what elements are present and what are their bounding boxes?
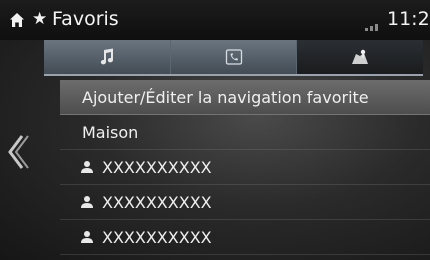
list-item[interactable]: XXXXXXXXXX [60, 220, 430, 255]
tab-music[interactable] [44, 40, 171, 74]
chevron-left-icon [8, 135, 29, 169]
page-title: Favoris [52, 8, 119, 30]
clock: 11:29 [387, 8, 430, 30]
list-item[interactable]: XXXXXXXXXX [60, 150, 430, 185]
music-note-icon [100, 48, 113, 65]
favorite-label: XXXXXXXXXX [102, 192, 212, 212]
person-icon [81, 231, 93, 243]
home-item[interactable]: Maison [60, 115, 430, 150]
back-button[interactable] [2, 130, 38, 180]
add-edit-favorite-item[interactable]: Ajouter/Éditer la navigation favorite [60, 80, 430, 115]
star-icon: ★ [32, 9, 48, 29]
status-bar: ★ Favoris 11:29 [0, 0, 430, 40]
tab-bar [44, 40, 424, 76]
person-icon [81, 196, 93, 208]
favorite-label: XXXXXXXXXX [102, 157, 212, 177]
screen: ★ Favoris 11:29 [0, 0, 430, 260]
person-icon [81, 161, 93, 173]
navigation-icon [352, 49, 369, 64]
add-edit-favorite-label: Ajouter/Éditer la navigation favorite [82, 87, 369, 107]
tab-phone[interactable] [170, 40, 298, 74]
favorites-list: Ajouter/Éditer la navigation favorite Ma… [60, 80, 430, 255]
home-icon[interactable] [9, 12, 25, 28]
favorite-label: XXXXXXXXXX [102, 227, 212, 247]
phone-icon [225, 49, 242, 65]
list-item[interactable]: XXXXXXXXXX [60, 185, 430, 220]
tab-navigation[interactable] [297, 40, 424, 74]
home-label: Maison [82, 122, 139, 142]
signal-icon [365, 24, 378, 31]
